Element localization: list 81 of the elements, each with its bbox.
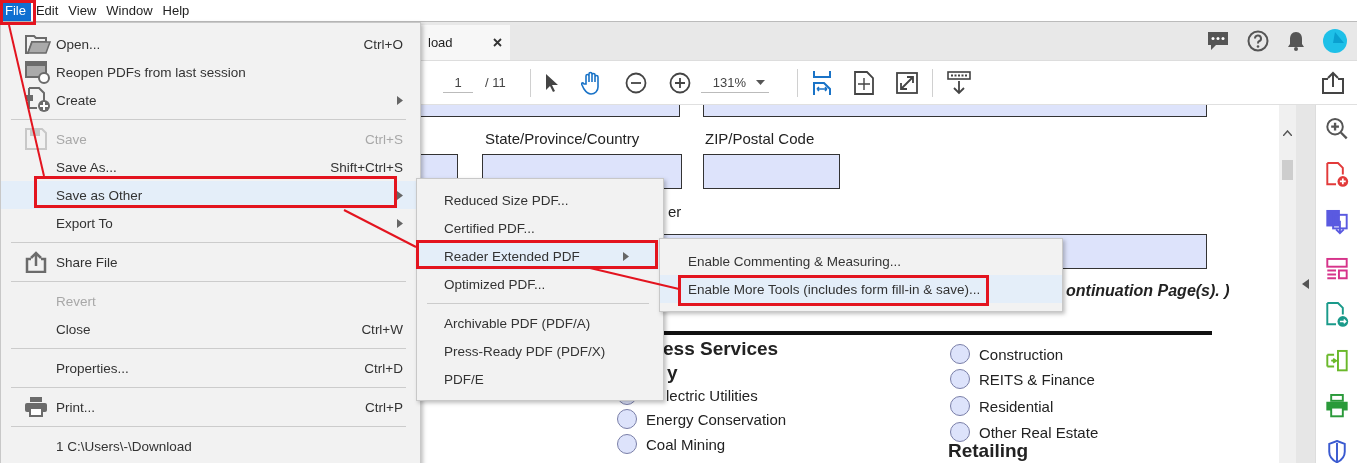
zoom-out-icon[interactable] (624, 71, 647, 94)
menu-item[interactable]: Export To (1, 209, 420, 237)
option-label: Other Real Estate (979, 423, 1099, 441)
field-label: er (668, 203, 682, 220)
radio-button[interactable] (950, 422, 970, 442)
pointer-icon[interactable] (544, 72, 559, 93)
printer-icon (25, 397, 47, 417)
help-icon[interactable] (1247, 30, 1269, 52)
comment-icon[interactable] (1207, 31, 1229, 51)
menu-item[interactable]: Close Ctrl+W (1, 315, 420, 343)
menu-item[interactable]: 1 C:\Users\-\Download (1, 432, 420, 460)
send-pdf-icon[interactable] (1324, 301, 1349, 328)
menu-item[interactable]: Create (1, 86, 420, 114)
menu-item[interactable]: Reopen PDFs from last session (1, 58, 420, 86)
fit-page-icon[interactable] (853, 70, 874, 95)
field-label: ontinuation Page(s). ) (1066, 282, 1230, 300)
zoom-dropdown[interactable]: 131% (700, 72, 769, 93)
menu-item[interactable]: Press-Ready PDF (PDF/X) (417, 337, 663, 365)
radio-button[interactable] (617, 409, 637, 429)
full-screen-icon[interactable] (895, 71, 918, 94)
menu-item[interactable]: Enable Commenting & Measuring... (660, 247, 1062, 275)
page-count: / 11 (485, 75, 506, 90)
submenu-arrow-icon (397, 95, 403, 105)
option-label: lectric Utilities (666, 386, 758, 404)
field-label: ZIP/Postal Code (705, 130, 815, 147)
option-label: Residential (979, 397, 1054, 415)
create-file-icon (25, 87, 51, 113)
form-field[interactable] (420, 105, 680, 117)
collapse-arrow-icon[interactable] (1302, 279, 1309, 289)
zoom-in-icon[interactable] (1324, 117, 1349, 141)
option-label: Coal Mining (646, 435, 726, 453)
radio-button[interactable] (950, 369, 970, 389)
menu-item[interactable]: Certified PDF... (417, 214, 663, 242)
menu-item[interactable]: Properties... Ctrl+D (1, 354, 420, 382)
scrollbar[interactable] (1279, 105, 1296, 463)
radio-button[interactable] (617, 434, 637, 454)
highlight-box (0, 0, 36, 25)
section-heading: Retailing (948, 441, 1029, 460)
submenu-arrow-icon (397, 218, 403, 228)
menu-bar-item[interactable]: Edit (30, 0, 64, 21)
option-label: Construction (979, 345, 1064, 363)
share-icon (25, 251, 47, 273)
menu-item[interactable]: Optimized PDF... (417, 270, 663, 298)
reopen-icon (25, 60, 51, 84)
menu-item[interactable]: PDF/E (417, 365, 663, 393)
menu-item[interactable]: Archivable PDF (PDF/A) (417, 309, 663, 337)
section-heading: ess Services (663, 339, 779, 358)
menu-bar-item[interactable]: Help (157, 0, 195, 21)
radio-button[interactable] (950, 396, 970, 416)
radio-button[interactable] (950, 344, 970, 364)
zoom-in-icon[interactable] (668, 71, 691, 94)
form-field[interactable] (703, 105, 1207, 117)
form-icon[interactable] (1324, 256, 1349, 280)
print-production-icon[interactable] (1324, 394, 1349, 418)
section-heading: y (667, 363, 678, 382)
export-pdf-icon[interactable] (1324, 209, 1349, 235)
option-label: REITS & Finance (979, 370, 1095, 388)
folder-icon (25, 33, 51, 55)
caret-icon (755, 79, 765, 85)
shield-icon[interactable] (1326, 439, 1347, 463)
scroll-up-icon[interactable] (1283, 130, 1292, 136)
tab-title: load (428, 35, 453, 50)
field-label: State/Province/Country (485, 130, 640, 147)
menu-bar-item[interactable]: View (63, 0, 102, 21)
read-mode-icon[interactable] (946, 70, 971, 95)
menu-item[interactable]: Reduced Size PDF... (417, 186, 663, 214)
submenu-arrow-icon (397, 190, 403, 200)
page-number-field[interactable]: 1 (443, 72, 473, 93)
close-icon[interactable] (493, 38, 502, 47)
scroll-thumb[interactable] (1282, 160, 1293, 180)
fit-width-icon[interactable] (811, 70, 832, 95)
add-pdf-icon[interactable] (1324, 162, 1349, 188)
menu-bar-item[interactable]: Window (101, 0, 158, 21)
bell-icon[interactable] (1287, 31, 1305, 51)
form-field[interactable] (703, 154, 840, 189)
menu-item[interactable]: Print... Ctrl+P (1, 393, 420, 421)
menu-item[interactable]: Share File (1, 248, 420, 276)
option-label: Energy Conservation (646, 410, 787, 428)
menu-item[interactable]: Save As... Shift+Ctrl+S (1, 153, 420, 181)
submenu-arrow-icon (623, 251, 629, 261)
share-icon[interactable] (1321, 70, 1345, 95)
